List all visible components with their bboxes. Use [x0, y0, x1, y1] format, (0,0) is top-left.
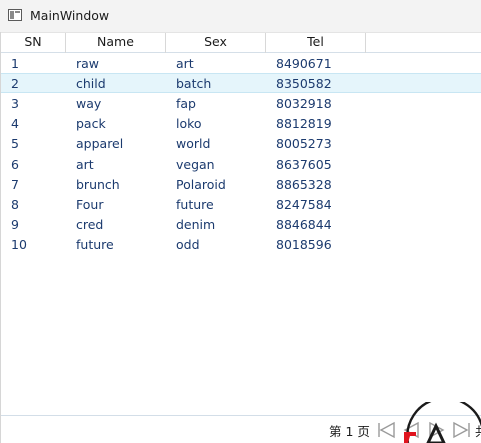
cell-name: apparel [76, 136, 124, 152]
cell-name: way [76, 95, 102, 111]
first-page-icon [378, 421, 395, 439]
cell-tel: 8865328 [276, 176, 332, 192]
data-grid[interactable]: SN Name Sex Tel 1 raw art 8490671 2 child batc… [1, 32, 481, 255]
column-header-sex[interactable]: Sex [166, 33, 266, 53]
first-page-button[interactable] [375, 419, 397, 441]
table-row[interactable]: 6 art vegan 8637605 [1, 154, 481, 174]
table-row[interactable]: 1 raw art 8490671 [1, 53, 481, 73]
table-row[interactable]: 5 apparel world 8005273 [1, 134, 481, 154]
cell-sex: odd [176, 237, 200, 253]
table-row[interactable]: 2 child batch 8350582 [1, 73, 481, 94]
window-title: MainWindow [30, 8, 110, 23]
cell-tel: 8032918 [276, 95, 332, 111]
cell-sex: world [176, 136, 211, 152]
cell-sn: 1 [11, 55, 19, 71]
table-row[interactable]: 8 Four future 8247584 [1, 194, 481, 214]
cell-tel: 8812819 [276, 116, 332, 132]
cell-name: raw [76, 55, 100, 71]
title-bar[interactable]: MainWindow [0, 0, 481, 32]
cell-sex: art [176, 55, 194, 71]
cell-name: art [76, 156, 94, 172]
column-header-sn[interactable]: SN [1, 33, 66, 53]
cell-sex: future [176, 196, 214, 212]
cell-sex: denim [176, 217, 216, 233]
cell-sn: 9 [11, 217, 19, 233]
column-header-tel[interactable]: Tel [266, 33, 366, 53]
grid-rows: 1 raw art 8490671 2 child batch 8350582 3 way fap 8… [1, 53, 481, 255]
cell-sn: 4 [11, 116, 19, 132]
cell-sex: Polaroid [176, 176, 226, 192]
window-content: SN Name Sex Tel 1 raw art 8490671 2 child batc… [0, 32, 481, 443]
cell-tel: 8490671 [276, 55, 332, 71]
cell-sex: loko [176, 116, 202, 132]
grid-header: SN Name Sex Tel [1, 32, 481, 53]
cell-sn: 2 [11, 75, 19, 91]
cell-name: pack [76, 116, 106, 132]
watermark-logo [404, 402, 481, 443]
table-row[interactable]: 7 brunch Polaroid 8865328 [1, 174, 481, 194]
column-header-name[interactable]: Name [66, 33, 166, 53]
cell-sex: vegan [176, 156, 215, 172]
cell-name: future [76, 237, 114, 253]
cell-name: brunch [76, 176, 120, 192]
app-window-icon [8, 9, 22, 21]
cell-tel: 8247584 [276, 196, 332, 212]
table-row[interactable]: 3 way fap 8032918 [1, 93, 481, 113]
cell-name: cred [76, 217, 104, 233]
cell-tel: 8018596 [276, 237, 332, 253]
table-row[interactable]: 4 pack loko 8812819 [1, 114, 481, 134]
page-number-label: 第 1 页 [329, 424, 370, 439]
cell-sn: 10 [11, 237, 27, 253]
table-row[interactable]: 9 cred denim 8846844 [1, 215, 481, 235]
cell-sex: batch [176, 75, 212, 91]
cell-sn: 5 [11, 136, 19, 152]
cell-tel: 8350582 [276, 75, 332, 91]
cell-tel: 8846844 [276, 217, 332, 233]
cell-sex: fap [176, 95, 196, 111]
cell-name: child [76, 75, 106, 91]
cell-sn: 6 [11, 156, 19, 172]
cell-tel: 8637605 [276, 156, 332, 172]
cell-sn: 3 [11, 95, 19, 111]
table-row[interactable]: 10 future odd 8018596 [1, 235, 481, 255]
cell-sn: 7 [11, 176, 19, 192]
column-header-filler [366, 33, 481, 53]
cell-name: Four [76, 196, 104, 212]
cell-sn: 8 [11, 196, 19, 212]
cell-tel: 8005273 [276, 136, 332, 152]
